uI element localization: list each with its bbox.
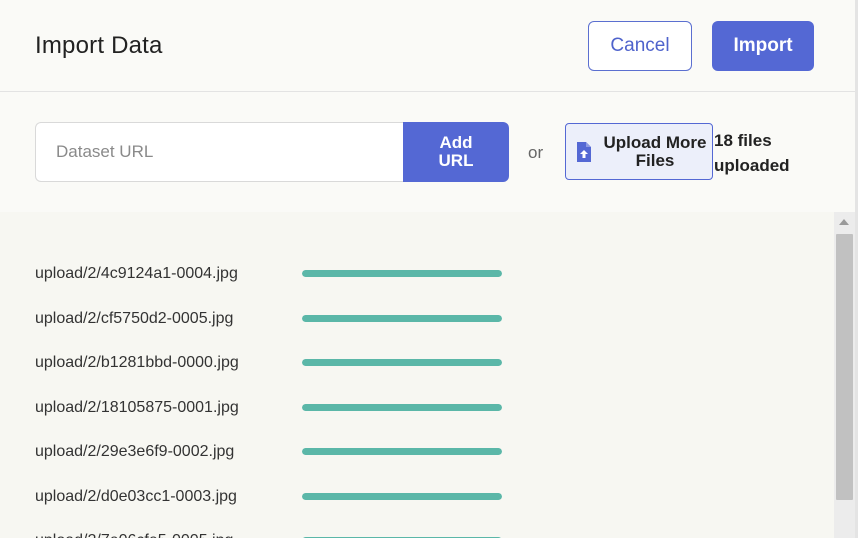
dialog-header: Import Data Cancel Import <box>0 0 855 92</box>
file-row: upload/2/18105875-0001.jpg <box>0 398 834 422</box>
file-upload-icon <box>577 141 591 162</box>
scrollbar-thumb[interactable] <box>836 234 853 500</box>
file-name: upload/2/b1281bbd-0000.jpg <box>35 354 239 371</box>
scroll-up-arrow-icon[interactable] <box>839 219 849 225</box>
file-row: upload/2/29e3e6f9-0002.jpg <box>0 442 834 466</box>
upload-progress-bar <box>302 270 502 277</box>
uploaded-files-list: upload/2/4c9124a1-0004.jpg upload/2/cf575… <box>0 212 834 538</box>
file-row: upload/2/d0e03cc1-0003.jpg <box>0 487 834 511</box>
file-name: upload/2/18105875-0001.jpg <box>35 398 239 416</box>
upload-progress-fill <box>302 314 502 322</box>
upload-progress-fill <box>302 492 502 500</box>
file-row: upload/2/4c9124a1-0004.jpg <box>0 264 834 288</box>
upload-progress-bar <box>302 492 502 500</box>
files-uploaded-count: 18 files uploaded <box>714 131 790 175</box>
add-url-label: Add URL <box>438 133 474 170</box>
upload-more-files-label: Upload More Files <box>603 132 707 170</box>
file-name: upload/2/7e06cfe5-0005.jpg <box>35 531 233 538</box>
upload-progress-bar <box>302 359 502 366</box>
file-row: upload/2/cf5750d2-0005.jpg <box>0 309 834 333</box>
upload-progress-bar <box>302 403 502 411</box>
add-url-button[interactable]: Add URL <box>403 122 509 182</box>
file-name: upload/2/29e3e6f9-0002.jpg <box>35 443 235 460</box>
file-row: upload/2/7e06cfe5-0005.jpg <box>0 531 834 538</box>
upload-progress-fill <box>302 448 502 455</box>
dialog-title: Import Data <box>35 32 163 59</box>
upload-progress-bar <box>302 448 502 455</box>
import-button[interactable]: Import <box>712 21 814 71</box>
file-name: upload/2/cf5750d2-0005.jpg <box>35 309 234 327</box>
file-row: upload/2/b1281bbd-0000.jpg <box>0 353 834 377</box>
cancel-button[interactable]: Cancel <box>588 21 692 71</box>
or-separator: or <box>528 143 544 162</box>
file-list-scrollbar[interactable] <box>834 212 855 538</box>
upload-progress-fill <box>302 270 502 277</box>
upload-progress-fill <box>302 359 502 366</box>
file-name: upload/2/4c9124a1-0004.jpg <box>35 265 238 282</box>
import-data-dialog: Import Data Cancel Import Add URL or Upl… <box>0 0 855 538</box>
dataset-url-input[interactable] <box>35 122 405 182</box>
upload-progress-bar <box>302 314 502 322</box>
url-import-row: Add URL or Upload More Files 18 files up… <box>0 92 855 212</box>
file-name: upload/2/d0e03cc1-0003.jpg <box>35 487 237 505</box>
upload-progress-fill <box>302 403 502 411</box>
upload-more-files-button[interactable]: Upload More Files <box>565 123 713 180</box>
